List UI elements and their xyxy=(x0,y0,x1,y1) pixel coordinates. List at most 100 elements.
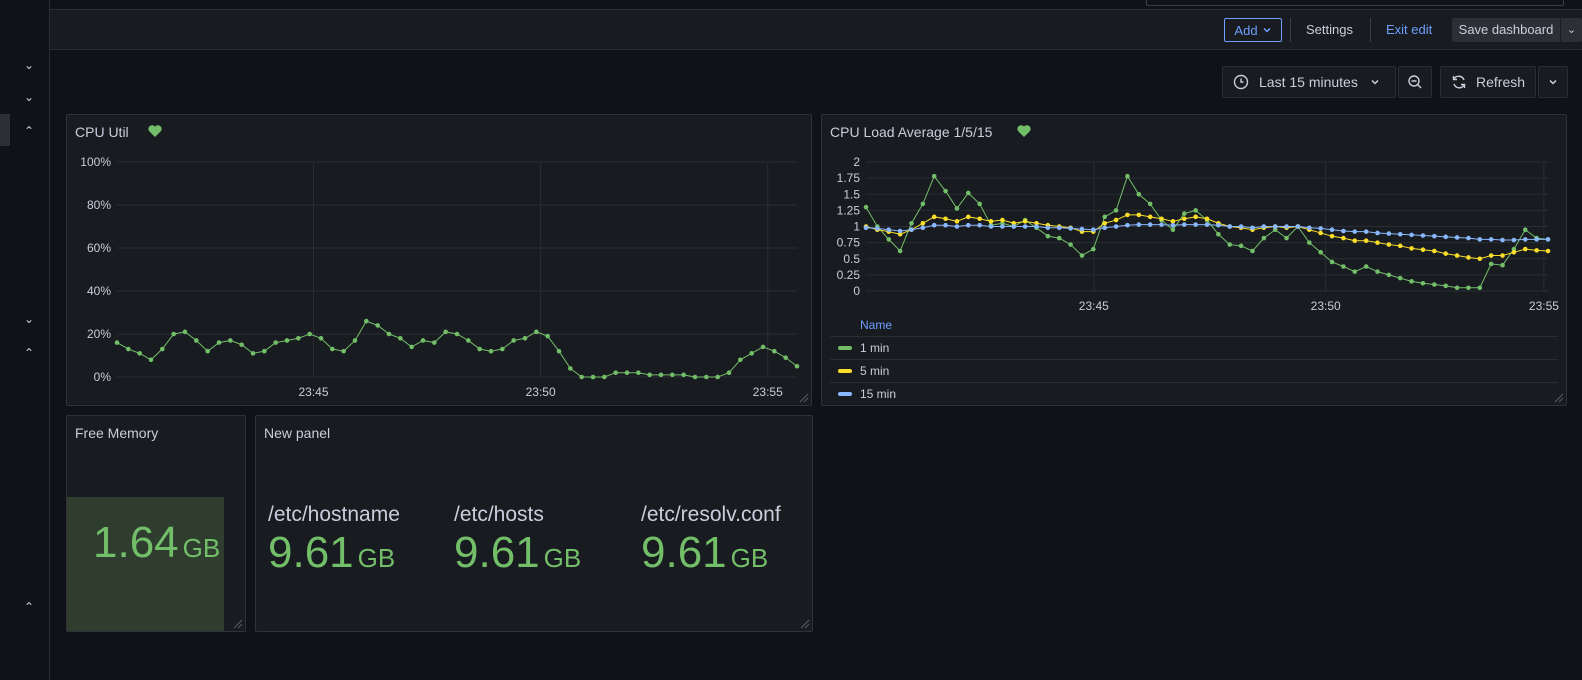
data-point xyxy=(943,222,948,228)
legend-header[interactable]: Name xyxy=(860,318,892,332)
data-point xyxy=(216,340,222,345)
panel-new-panel[interactable]: New panel /etc/hostname 9.61 GB /etc/host… xyxy=(255,415,813,632)
data-point xyxy=(1443,234,1448,240)
resize-handle-icon[interactable] xyxy=(799,393,809,403)
x-tick-label: 23:45 xyxy=(1079,299,1109,313)
panel-free-memory[interactable]: Free Memory 1.64 GB xyxy=(66,415,246,632)
data-point xyxy=(126,346,131,352)
data-point xyxy=(1500,262,1505,268)
data-point xyxy=(1352,238,1358,243)
y-tick-label: 0.75 xyxy=(837,236,861,250)
zoom-out-button[interactable] xyxy=(1398,66,1432,98)
chevron-up-icon[interactable]: ⌃ xyxy=(20,122,38,140)
data-point xyxy=(488,348,494,354)
data-point xyxy=(1125,222,1130,228)
data-point xyxy=(1443,283,1448,289)
data-point xyxy=(920,225,926,231)
data-point xyxy=(1397,243,1403,249)
data-point xyxy=(1181,211,1187,216)
data-point xyxy=(1102,220,1107,226)
exit-edit-button[interactable]: Exit edit xyxy=(1386,18,1432,42)
data-point xyxy=(1318,226,1323,231)
chevron-up-icon[interactable]: ⌃ xyxy=(20,598,38,616)
data-point xyxy=(692,374,698,380)
search-input[interactable] xyxy=(1146,0,1564,6)
data-point xyxy=(658,372,664,378)
refresh-interval-picker[interactable] xyxy=(1538,66,1568,98)
data-point xyxy=(1181,222,1187,227)
data-point xyxy=(1159,216,1164,222)
chevron-down-icon[interactable]: ⌄ xyxy=(20,310,38,328)
data-point xyxy=(568,366,573,371)
data-point xyxy=(920,220,926,226)
y-tick-label: 0.25 xyxy=(837,268,861,282)
data-point xyxy=(1534,237,1539,242)
chevron-down-icon[interactable]: ⌄ xyxy=(20,88,38,106)
data-point xyxy=(205,348,210,354)
y-tick-label: 1 xyxy=(853,220,860,234)
heart-icon xyxy=(1017,125,1031,137)
data-point xyxy=(875,226,880,231)
settings-button[interactable]: Settings xyxy=(1306,18,1353,42)
data-point xyxy=(171,331,176,337)
data-point xyxy=(386,331,392,337)
cpu-util-chart: 100% 80% 60% 40% 20% 0% 23:45 23:50 23:55 xyxy=(80,155,800,399)
data-point xyxy=(624,370,630,375)
legend-swatch xyxy=(838,392,852,396)
data-point xyxy=(1329,233,1335,239)
data-point xyxy=(1409,279,1414,284)
legend-item[interactable]: 15 min xyxy=(830,382,1558,405)
data-point xyxy=(477,346,482,352)
data-point xyxy=(966,190,971,196)
data-point xyxy=(273,340,278,345)
data-point xyxy=(1420,247,1426,253)
panel-cpu-load[interactable]: CPU Load Average 1/5/15 2 1.75 1.5 1.25 1 0.7… xyxy=(821,114,1567,406)
legend-item[interactable]: 5 min xyxy=(830,359,1558,382)
refresh-button[interactable]: Refresh xyxy=(1440,66,1536,98)
stat-unit: GB xyxy=(730,543,769,573)
zoom-out-icon xyxy=(1408,75,1422,89)
stat-label: /etc/hostname xyxy=(268,503,400,526)
data-point xyxy=(1136,222,1142,227)
add-button[interactable]: Add xyxy=(1224,18,1282,42)
y-tick-label: 1.5 xyxy=(843,187,860,201)
stat-number: 9.61 xyxy=(454,528,540,577)
data-point xyxy=(1284,224,1289,229)
save-dashboard-button[interactable]: Save dashboard xyxy=(1452,18,1560,42)
heart-icon xyxy=(148,125,162,137)
data-point xyxy=(1488,261,1494,267)
toolbar-divider xyxy=(1370,18,1371,42)
data-point xyxy=(1511,237,1517,243)
data-point xyxy=(1420,233,1426,238)
time-range-label: Last 15 minutes xyxy=(1259,74,1358,90)
resize-handle-icon[interactable] xyxy=(233,619,243,629)
data-point xyxy=(977,222,982,228)
stat-value: 9.61 GB xyxy=(454,528,581,578)
data-point xyxy=(1318,230,1323,236)
y-tick-label: 20% xyxy=(87,327,111,341)
legend-item[interactable]: 1 min xyxy=(830,336,1558,359)
data-point xyxy=(1375,230,1380,236)
data-point xyxy=(1454,253,1460,258)
panel-cpu-util[interactable]: CPU Util 100% 80% 60% 40% 20% 0% 23:45 23:50 23:… xyxy=(66,114,812,406)
chevron-up-icon[interactable]: ⌃ xyxy=(20,344,38,362)
time-range-picker[interactable]: Last 15 minutes xyxy=(1222,66,1396,98)
y-tick-label: 1.75 xyxy=(837,171,861,185)
resize-handle-icon[interactable] xyxy=(800,619,810,629)
data-point xyxy=(1363,264,1369,269)
data-point xyxy=(364,318,369,324)
resize-handle-icon[interactable] xyxy=(1554,393,1564,403)
save-options-chevron-icon[interactable]: ⌄ xyxy=(1561,18,1582,42)
y-tick-label: 0.5 xyxy=(843,252,860,266)
data-point xyxy=(1034,224,1039,229)
data-point xyxy=(1068,242,1073,247)
data-point xyxy=(886,237,892,242)
data-point xyxy=(1125,173,1130,179)
data-point xyxy=(1102,225,1107,231)
chevron-down-icon[interactable]: ⌄ xyxy=(20,56,38,74)
data-point xyxy=(1011,224,1017,229)
data-point xyxy=(704,374,709,380)
data-point xyxy=(341,348,346,354)
data-point xyxy=(511,338,516,343)
panel-title: CPU Util xyxy=(75,124,129,140)
